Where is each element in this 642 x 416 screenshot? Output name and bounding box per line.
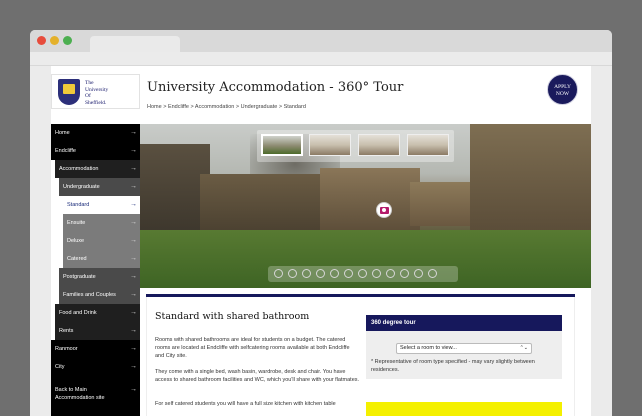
sidebar-item-accommodation[interactable]: Accommodation → [55, 160, 140, 178]
scene-thumbnail[interactable] [358, 134, 400, 156]
arrow-right-icon: → [130, 147, 137, 154]
viewer-controls [268, 266, 458, 282]
sidebar-item-deluxe[interactable]: Deluxe → [63, 232, 140, 250]
sidebar-item-families-and-couples[interactable]: Families and Couples → [59, 286, 140, 304]
sidebar-item-undergraduate[interactable]: Undergraduate → [59, 178, 140, 196]
arrow-right-icon: → [130, 201, 137, 208]
web-page: The University Of Sheffield. University … [51, 66, 591, 416]
disclaimer-note: * Representative of room type specified … [371, 359, 535, 373]
arrow-right-icon: → [130, 219, 137, 226]
arrow-right-icon: → [130, 237, 137, 244]
pan-left-icon[interactable] [330, 269, 339, 278]
arrow-right-icon: → [130, 345, 137, 352]
room-select[interactable]: Select a room to view... ⌃⌄ [396, 343, 532, 354]
arrow-right-icon: → [130, 291, 137, 298]
arrow-right-icon: → [130, 273, 137, 280]
fullscreen-icon[interactable] [372, 269, 381, 278]
logo-text: The University Of Sheffield. [85, 80, 109, 106]
sidebar-item-city[interactable]: City → [51, 358, 140, 376]
scene-thumbnails [257, 130, 454, 162]
hand-tool-icon[interactable] [358, 269, 367, 278]
pan-up-icon[interactable] [302, 269, 311, 278]
arrow-right-icon: → [130, 386, 137, 393]
description-paragraph: For self catered students you will have … [155, 401, 336, 407]
browser-window: The University Of Sheffield. University … [30, 30, 612, 416]
hotspots-icon[interactable] [400, 269, 409, 278]
crest-icon [58, 79, 80, 105]
close-window-button[interactable] [37, 36, 46, 45]
sidebar-item-catered[interactable]: Catered → [63, 250, 140, 268]
minimize-window-button[interactable] [50, 36, 59, 45]
autorotate-icon[interactable] [386, 269, 395, 278]
arrow-right-icon: → [130, 363, 137, 370]
sidebar-item-endcliffe[interactable]: Endcliffe → [51, 142, 140, 160]
sidebar-item-ranmoor[interactable]: Ranmoor → [51, 340, 140, 358]
title-bar [30, 30, 612, 52]
breadcrumb[interactable]: Home > Endcliffe > Accommodation > Under… [147, 104, 306, 110]
settings-icon[interactable] [428, 269, 437, 278]
arrow-right-icon: → [130, 183, 137, 190]
section-title: Standard with shared bathroom [155, 311, 310, 322]
maximize-window-button[interactable] [63, 36, 72, 45]
scene-thumbnail[interactable] [407, 134, 449, 156]
camera-hotspot-icon[interactable] [376, 202, 392, 218]
arrow-right-icon: → [130, 327, 137, 334]
apply-now-button[interactable]: APPLY NOW [547, 74, 578, 105]
sidebar-nav: Home → Endcliffe → Accommodation → Under… [51, 124, 140, 416]
arrow-right-icon: → [130, 309, 137, 316]
sidebar-item-back-to-main[interactable]: Back to Main Accommodation site → [51, 376, 140, 416]
tour-panel-title: 360 degree tour [366, 315, 562, 331]
arrow-right-icon: → [130, 129, 137, 136]
promo-box [366, 402, 562, 416]
sidebar-item-postgraduate[interactable]: Postgraduate → [59, 268, 140, 286]
help-icon[interactable] [414, 269, 423, 278]
scene-thumbnail[interactable] [261, 134, 303, 156]
sidebar-item-home[interactable]: Home → [51, 124, 140, 142]
browser-tab[interactable] [90, 36, 180, 52]
address-bar[interactable] [30, 52, 612, 66]
page-title: University Accommodation - 360° Tour [147, 80, 404, 95]
description-paragraph: They come with a single bed, wash basin,… [155, 369, 360, 383]
description-paragraph: Rooms with shared bathrooms are ideal fo… [155, 337, 350, 359]
sidebar-item-ensuite[interactable]: Ensuite → [63, 214, 140, 232]
arrow-right-icon: → [130, 255, 137, 262]
pan-down-icon[interactable] [316, 269, 325, 278]
sidebar-item-rents[interactable]: Rents → [55, 322, 140, 340]
sidebar-item-food-and-drink[interactable]: Food and Drink → [55, 304, 140, 322]
pan-right-icon[interactable] [344, 269, 353, 278]
panorama-viewer[interactable] [140, 124, 591, 288]
scene-thumbnail[interactable] [309, 134, 351, 156]
sidebar-item-standard[interactable]: Standard → [63, 196, 140, 214]
zoom-in-icon[interactable] [274, 269, 283, 278]
arrow-right-icon: → [130, 165, 137, 172]
university-logo[interactable]: The University Of Sheffield. [51, 74, 140, 109]
zoom-out-icon[interactable] [288, 269, 297, 278]
chevron-up-down-icon: ⌃⌄ [519, 345, 528, 351]
